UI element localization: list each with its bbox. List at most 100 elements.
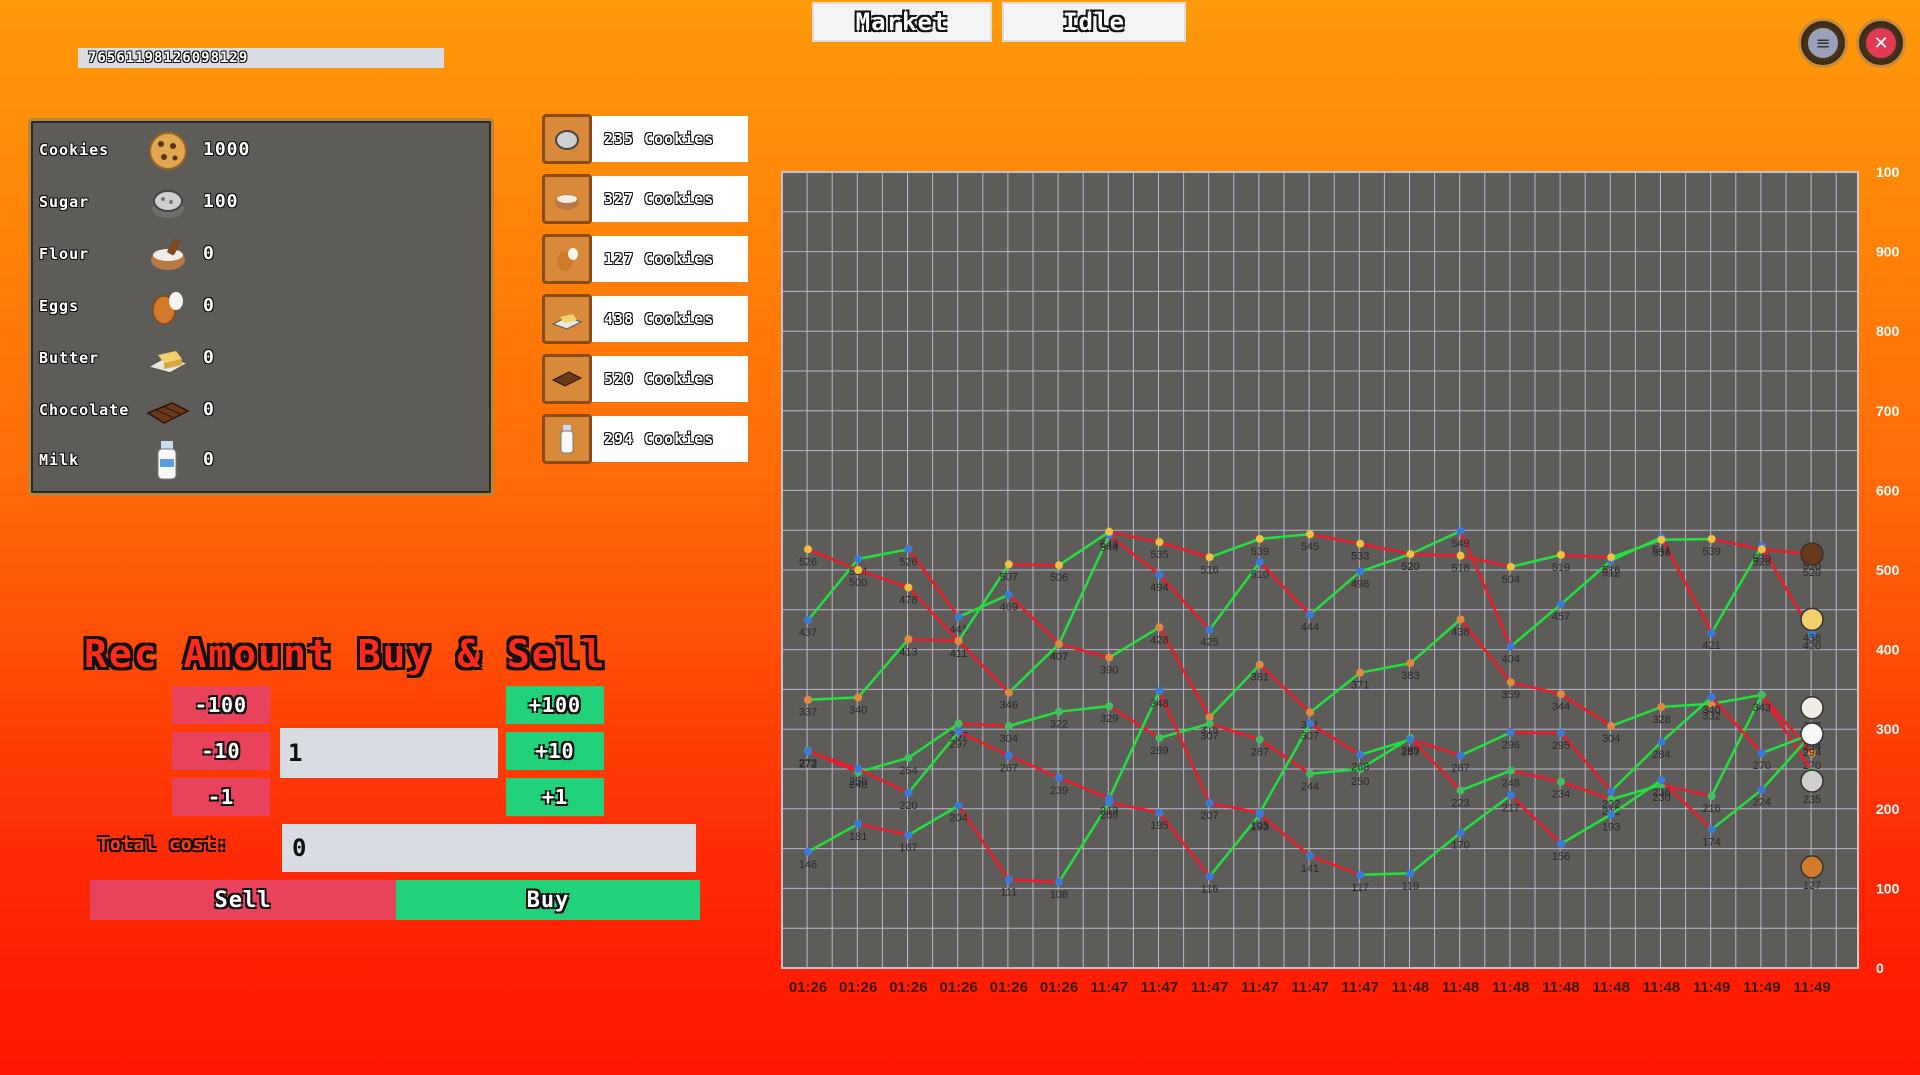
data-point xyxy=(1306,719,1314,728)
data-label: 111 xyxy=(1000,887,1017,899)
data-label: 297 xyxy=(949,739,967,751)
series-segment xyxy=(1510,731,1562,735)
data-point xyxy=(854,693,863,702)
data-point xyxy=(1657,737,1666,746)
milk-icon xyxy=(1800,722,1824,746)
y-tick-label: 300 xyxy=(1876,721,1900,737)
data-label: 457 xyxy=(1552,611,1570,623)
minus-100-button[interactable]: -100 xyxy=(172,686,270,724)
inventory-label: Sugar xyxy=(39,193,90,211)
data-point xyxy=(1055,561,1063,570)
y-tick-label: 800 xyxy=(1876,323,1900,339)
data-point xyxy=(1456,551,1465,560)
price-row-butter[interactable]: 438 Cookies xyxy=(542,294,748,344)
price-row-sugar[interactable]: 235 Cookies xyxy=(542,114,748,164)
data-label: 322 xyxy=(1050,719,1068,731)
data-label: 413 xyxy=(899,646,917,658)
data-point xyxy=(1255,735,1264,744)
data-label: 407 xyxy=(1050,651,1068,663)
minus-1-button[interactable]: -1 xyxy=(172,778,270,816)
menu-button[interactable]: ≡ xyxy=(1798,18,1848,68)
plus-1-button[interactable]: +1 xyxy=(506,778,604,816)
minus-10-button[interactable]: -10 xyxy=(172,732,270,770)
data-point xyxy=(1004,590,1013,599)
data-point xyxy=(1356,539,1365,548)
data-point xyxy=(1657,776,1666,785)
data-point xyxy=(1456,828,1465,837)
end-value-label: 294 xyxy=(1803,747,1821,759)
data-point xyxy=(904,635,913,644)
data-label: 510 xyxy=(1251,569,1269,581)
price-row-eggs[interactable]: 127 Cookies xyxy=(542,234,748,284)
menu-icon: ≡ xyxy=(1808,28,1838,58)
data-point xyxy=(1757,690,1766,699)
inventory-value: 0 xyxy=(203,399,215,420)
total-cost-field: 0 xyxy=(282,824,696,872)
data-label: 223 xyxy=(1451,797,1469,809)
tab-idle[interactable]: Idle xyxy=(1002,2,1186,42)
data-label: 267 xyxy=(1000,762,1018,774)
data-point xyxy=(1356,750,1365,759)
plus-10-button[interactable]: +10 xyxy=(506,732,604,770)
sell-button[interactable]: Sell xyxy=(90,880,396,920)
data-point xyxy=(1506,728,1515,737)
data-label: 520 xyxy=(1401,561,1419,573)
data-label: 516 xyxy=(1200,564,1218,576)
data-point xyxy=(1707,628,1716,637)
data-point xyxy=(1557,550,1565,559)
butter-icon xyxy=(1800,607,1824,632)
data-label: 119 xyxy=(1402,880,1420,892)
data-point xyxy=(1155,686,1164,695)
y-tick-label: 900 xyxy=(1876,244,1900,260)
data-label: 506 xyxy=(1050,572,1068,584)
data-label: 533 xyxy=(1351,551,1369,563)
data-point xyxy=(1255,660,1264,669)
x-tick-label: 11:48 xyxy=(1492,979,1530,996)
data-point xyxy=(1105,794,1114,803)
data-label: 371 xyxy=(1351,680,1369,692)
x-tick-label: 11:48 xyxy=(1442,979,1480,996)
data-point xyxy=(804,616,812,625)
inventory-value: 100 xyxy=(203,191,239,212)
data-point xyxy=(1306,530,1314,539)
buy-button[interactable]: Buy xyxy=(396,880,700,920)
data-point xyxy=(1557,839,1565,848)
data-point xyxy=(1055,640,1063,649)
inventory-row-eggs: Eggs 0 xyxy=(31,285,491,329)
data-label: 535 xyxy=(1150,549,1168,561)
data-point xyxy=(1255,808,1264,817)
price-row-flour[interactable]: 327 Cookies xyxy=(542,174,748,224)
data-label: 518 xyxy=(1451,563,1469,575)
y-tick-label: 200 xyxy=(1876,801,1900,817)
inventory-value: 0 xyxy=(203,347,215,368)
data-point xyxy=(804,847,812,856)
tab-market[interactable]: Market xyxy=(812,2,992,42)
data-point xyxy=(904,583,913,592)
data-label: 195 xyxy=(1150,820,1168,832)
x-tick-label: 01:26 xyxy=(789,979,827,996)
data-point xyxy=(1406,869,1415,878)
y-tick-label: 1000 xyxy=(1876,164,1900,180)
data-label: 390 xyxy=(1100,665,1118,677)
milk-icon xyxy=(542,414,592,464)
data-label: 248 xyxy=(1502,778,1520,790)
close-button[interactable]: ✕ xyxy=(1856,18,1906,68)
data-point xyxy=(1406,550,1415,559)
price-row-milk[interactable]: 294 Cookies xyxy=(542,414,748,464)
data-point xyxy=(1205,719,1214,728)
x-tick-label: 01:26 xyxy=(990,979,1028,996)
inventory-value: 0 xyxy=(203,295,215,316)
inventory-label: Cookies xyxy=(39,141,110,159)
price-row-chocolate[interactable]: 520 Cookies xyxy=(542,354,748,404)
amount-input[interactable] xyxy=(280,728,498,778)
end-value-label: 438 xyxy=(1803,632,1821,644)
inventory-label: Chocolate xyxy=(39,401,130,419)
data-point xyxy=(804,545,812,554)
x-tick-label: 11:49 xyxy=(1743,979,1781,996)
data-label: 304 xyxy=(1602,733,1620,745)
plus-100-button[interactable]: +100 xyxy=(506,686,604,724)
data-point xyxy=(1155,623,1164,632)
inventory-value: 1000 xyxy=(203,139,251,160)
data-label: 437 xyxy=(799,627,817,639)
data-point xyxy=(854,554,863,563)
